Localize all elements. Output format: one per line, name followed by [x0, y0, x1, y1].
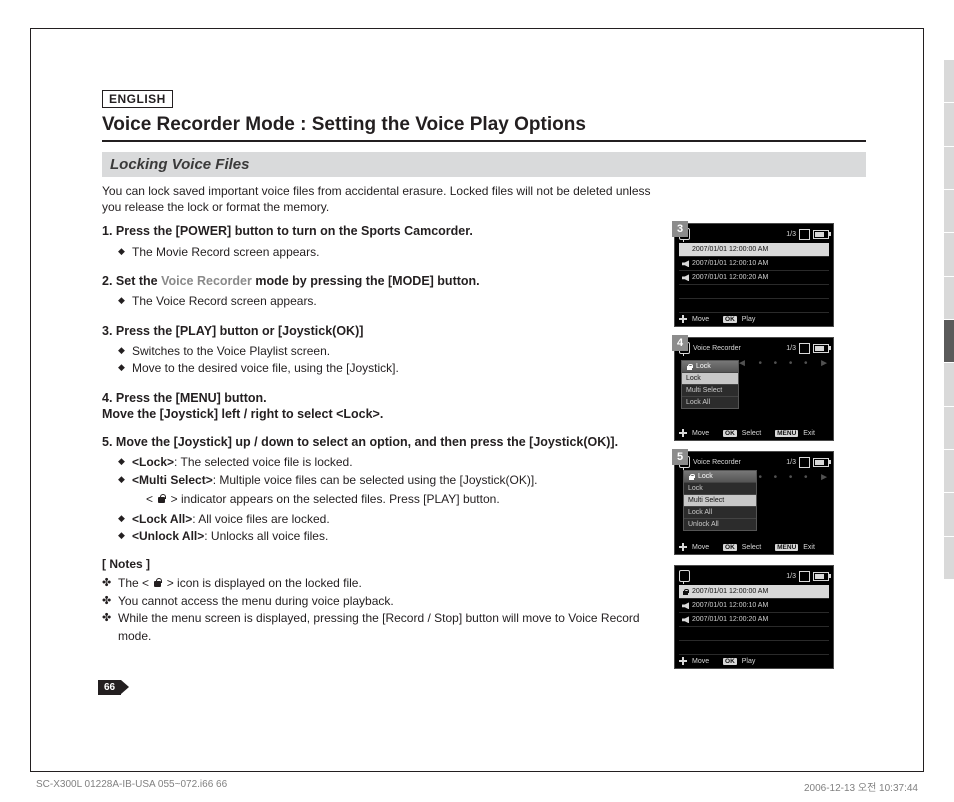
screenshot-number-4: 4 [672, 335, 688, 351]
step-1: 1. Press the [POWER] button to turn on t… [102, 223, 662, 261]
step-3-sub-1: Switches to the Voice Playlist screen. [118, 343, 662, 360]
speaker-icon [682, 246, 689, 253]
step-2-sub: The Voice Record screen appears. [118, 293, 662, 310]
lock-icon [682, 588, 689, 595]
dpad-icon [679, 429, 687, 437]
section-subtitle: Locking Voice Files [102, 152, 866, 177]
content-area: ENGLISH Voice Recorder Mode : Setting th… [102, 90, 866, 679]
mic-icon [679, 570, 690, 582]
note-2: You cannot access the menu during voice … [102, 593, 662, 610]
dpad-icon [679, 543, 687, 551]
notes-header: [ Notes ] [102, 557, 662, 571]
card-icon [799, 229, 810, 240]
screenshot-3: 3 1/3 2007/01/01 12:00:00 AM 2007/01/01 … [674, 223, 842, 327]
card-icon [799, 343, 810, 354]
language-badge: ENGLISH [102, 90, 173, 108]
side-index-tabs [944, 60, 954, 580]
step-4: 4. Press the [MENU] button.Move the [Joy… [102, 390, 662, 423]
print-footer: SC-X300L 01228A-IB-USA 055~072.i66 66 20… [36, 779, 918, 794]
card-icon [799, 571, 810, 582]
lock-menu: Lock Lock Multi Select Lock All [681, 360, 739, 409]
dpad-icon [679, 657, 687, 665]
page-number: 66 [98, 680, 121, 695]
step-5: 5. Move the [Joystick] up / down to sele… [102, 434, 662, 545]
screenshot-4: 4 Voice Recorder 1/3 ◄••••► Lock Lock Mu… [674, 337, 842, 441]
intro-text: You can lock saved important voice files… [102, 183, 662, 215]
screenshot-number-3: 3 [672, 221, 688, 237]
step-5-opt-lock: <Lock>: The selected voice file is locke… [118, 454, 662, 471]
lock-icon [686, 363, 693, 370]
battery-icon [813, 344, 829, 353]
step-1-sub: The Movie Record screen appears. [118, 244, 662, 261]
step-5-opt-unlockall: <Unlock All>: Unlocks all voice files. [118, 528, 662, 545]
lock-icon [152, 577, 163, 588]
step-5-opt-multi: <Multi Select>: Multiple voice files can… [118, 472, 662, 489]
footer-timestamp: 2006-12-13 오전 10:37:44 [804, 779, 918, 794]
step-5-opt-lockall: <Lock All>: All voice files are locked. [118, 511, 662, 528]
speaker-icon [682, 602, 689, 609]
step-5-opt-multi-note: < > indicator appears on the selected fi… [118, 491, 662, 508]
manual-page: ENGLISH Voice Recorder Mode : Setting th… [0, 0, 954, 802]
speaker-icon [682, 616, 689, 623]
step-3: 3. Press the [PLAY] button or [Joystick(… [102, 323, 662, 378]
battery-icon [813, 572, 829, 581]
step-2: 2. Set the Voice Recorder mode by pressi… [102, 273, 662, 311]
screenshot-5: 5 Voice Recorder 1/3 ◄••••► Lock Lock Mu… [674, 451, 842, 555]
step-3-sub-2: Move to the desired voice file, using th… [118, 360, 662, 377]
dpad-icon [679, 315, 687, 323]
speaker-icon [682, 274, 689, 281]
screenshot-number-5: 5 [672, 449, 688, 465]
battery-icon [813, 458, 829, 467]
note-1: The < > icon is displayed on the locked … [102, 575, 662, 592]
card-icon [799, 457, 810, 468]
footer-filename: SC-X300L 01228A-IB-USA 055~072.i66 66 [36, 779, 227, 794]
screenshots-column: 3 1/3 2007/01/01 12:00:00 AM 2007/01/01 … [674, 223, 842, 679]
screenshot-final: 1/3 2007/01/01 12:00:00 AM 2007/01/01 12… [674, 565, 842, 669]
page-title: Voice Recorder Mode : Setting the Voice … [102, 114, 866, 142]
note-3: While the menu screen is displayed, pres… [102, 610, 662, 645]
lock-menu: Lock Lock Multi Select Lock All Unlock A… [683, 470, 757, 531]
speaker-icon [682, 260, 689, 267]
battery-icon [813, 230, 829, 239]
instructions-column: 1. Press the [POWER] button to turn on t… [102, 223, 662, 645]
lock-icon [156, 493, 167, 504]
lock-icon [688, 473, 695, 480]
